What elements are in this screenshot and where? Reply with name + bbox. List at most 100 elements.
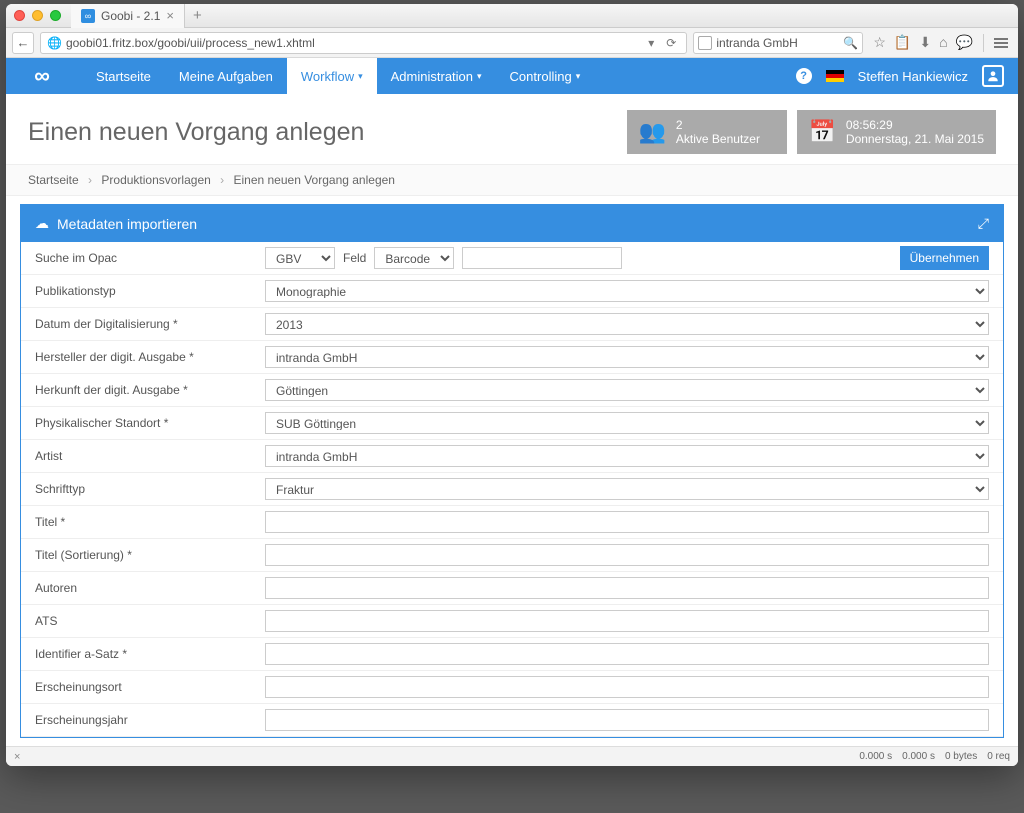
active-users-widget[interactable]: 👥 2 Aktive Benutzer (627, 110, 787, 154)
minimize-window-icon[interactable] (32, 10, 43, 21)
input-pubplace[interactable] (265, 676, 989, 698)
app-logo-icon[interactable]: ∞ (20, 58, 64, 94)
chat-icon[interactable]: 💬 (956, 34, 973, 51)
label-opac: Suche im Opac (35, 251, 265, 265)
stat-req: 0 req (987, 751, 1010, 762)
menu-icon[interactable] (994, 38, 1008, 48)
caret-down-icon: ▾ (358, 71, 363, 82)
input-ident-a[interactable] (265, 643, 989, 665)
active-users-count: 2 (676, 118, 760, 132)
input-ats[interactable] (265, 610, 989, 632)
breadcrumb-home[interactable]: Startseite (28, 173, 79, 187)
label-ats: ATS (35, 614, 265, 628)
browser-toolbar: ← 🌐 goobi01.fritz.box/goobi/uii/process_… (6, 28, 1018, 58)
input-title[interactable] (265, 511, 989, 533)
statusbar-close-icon[interactable]: × (14, 751, 20, 763)
username[interactable]: Steffen Hankiewicz (858, 69, 968, 84)
back-button[interactable]: ← (12, 32, 34, 54)
nav-admin[interactable]: Administration▾ (377, 58, 496, 94)
url-bar[interactable]: 🌐 goobi01.fritz.box/goobi/uii/process_ne… (40, 32, 687, 54)
import-panel: ☁ Metadaten importieren ⤢ Suche im Opac … (20, 204, 1004, 738)
cloud-download-icon: ☁ (35, 215, 49, 232)
panel-header: ☁ Metadaten importieren ⤢ (21, 205, 1003, 242)
input-pubyear[interactable] (265, 709, 989, 731)
tab-favicon-icon: ∞ (81, 9, 95, 23)
home-icon[interactable]: ⌂ (939, 34, 947, 51)
stat-time2: 0.000 s (902, 751, 935, 762)
label-origin: Herkunft der digit. Ausgabe * (35, 383, 265, 397)
label-pubyear: Erscheinungsjahr (35, 713, 265, 727)
caret-down-icon: ▾ (477, 71, 482, 82)
stop-icon[interactable]: ▾ (644, 36, 658, 50)
current-time: 08:56:29 (846, 118, 984, 132)
nav-tasks[interactable]: Meine Aufgaben (165, 58, 287, 94)
select-origin[interactable]: Göttingen (265, 379, 989, 401)
bookmark-icon[interactable]: ☆ (873, 34, 886, 51)
url-text: goobi01.fritz.box/goobi/uii/process_new1… (66, 36, 315, 50)
nav-home[interactable]: Startseite (82, 58, 165, 94)
traffic-lights (14, 10, 61, 21)
label-digidate: Datum der Digitalisierung * (35, 317, 265, 331)
select-fonttype[interactable]: Fraktur (265, 478, 989, 500)
label-title: Titel * (35, 515, 265, 529)
nav-workflow[interactable]: Workflow▾ (287, 58, 377, 94)
tab-title: Goobi - 2.1 (101, 9, 160, 23)
status-bar: × 0.000 s 0.000 s 0 bytes 0 req (6, 746, 1018, 766)
app-topnav: ∞ Startseite Meine Aufgaben Workflow▾ Ad… (6, 58, 1018, 94)
row-opac: Suche im Opac GBV Feld Barcode Übernehme… (21, 242, 1003, 275)
browser-tabs: ∞ Goobi - 2.1 × + (71, 4, 210, 28)
search-text: intranda GmbH (716, 36, 797, 50)
label-location: Physikalischer Standort * (35, 416, 265, 430)
user-menu-icon[interactable] (982, 65, 1004, 87)
current-date: Donnerstag, 21. Mai 2015 (846, 132, 984, 146)
select-artist[interactable]: intranda GmbH (265, 445, 989, 467)
window-titlebar: ∞ Goobi - 2.1 × + (6, 4, 1018, 28)
select-digidate[interactable]: 2013 (265, 313, 989, 335)
search-engine-icon (698, 36, 712, 50)
label-field: Feld (343, 251, 366, 265)
calendar-icon: 📅 (809, 119, 836, 145)
label-title-sort: Titel (Sortierung) * (35, 548, 265, 562)
datetime-widget: 📅 08:56:29 Donnerstag, 21. Mai 2015 (797, 110, 997, 154)
reload-icon[interactable]: ⟳ (662, 36, 680, 50)
label-pubplace: Erscheinungsort (35, 680, 265, 694)
select-catalog[interactable]: GBV (265, 247, 335, 269)
zoom-window-icon[interactable] (50, 10, 61, 21)
select-pubtype[interactable]: Monographie (265, 280, 989, 302)
chevron-right-icon: › (88, 173, 92, 187)
input-authors[interactable] (265, 577, 989, 599)
label-authors: Autoren (35, 581, 265, 595)
breadcrumb: Startseite › Produktionsvorlagen › Einen… (6, 164, 1018, 196)
browser-tab[interactable]: ∞ Goobi - 2.1 × (71, 4, 185, 28)
caret-down-icon: ▾ (576, 71, 581, 82)
active-users-label: Aktive Benutzer (676, 132, 760, 146)
download-icon[interactable]: ⬇ (919, 34, 931, 51)
label-pubtype: Publikationstyp (35, 284, 265, 298)
label-ident-a: Identifier a-Satz * (35, 647, 265, 661)
stat-bytes: 0 bytes (945, 751, 977, 762)
label-artist: Artist (35, 449, 265, 463)
expand-icon[interactable]: ⤢ (978, 215, 989, 231)
chevron-right-icon: › (220, 173, 224, 187)
label-fonttype: Schrifttyp (35, 482, 265, 496)
flag-de-icon[interactable] (826, 70, 844, 82)
select-field[interactable]: Barcode (374, 247, 454, 269)
submit-opac-button[interactable]: Übernehmen (900, 246, 989, 270)
tab-close-icon[interactable]: × (166, 8, 174, 23)
input-title-sort[interactable] (265, 544, 989, 566)
paste-icon[interactable]: 📋 (894, 34, 911, 51)
help-icon[interactable]: ? (796, 68, 812, 84)
search-icon: 🔍 (843, 36, 858, 50)
close-window-icon[interactable] (14, 10, 25, 21)
input-opac-value[interactable] (462, 247, 622, 269)
new-tab-button[interactable]: + (185, 7, 210, 24)
panel-title: Metadaten importieren (57, 216, 197, 232)
browser-search[interactable]: intranda GmbH 🔍 (693, 32, 863, 54)
select-location[interactable]: SUB Göttingen (265, 412, 989, 434)
nav-controlling[interactable]: Controlling▾ (496, 58, 595, 94)
breadcrumb-templates[interactable]: Produktionsvorlagen (101, 173, 210, 187)
page-title: Einen neuen Vorgang anlegen (28, 118, 617, 147)
select-producer[interactable]: intranda GmbH (265, 346, 989, 368)
stat-time1: 0.000 s (859, 751, 892, 762)
users-icon: 👥 (639, 119, 666, 145)
